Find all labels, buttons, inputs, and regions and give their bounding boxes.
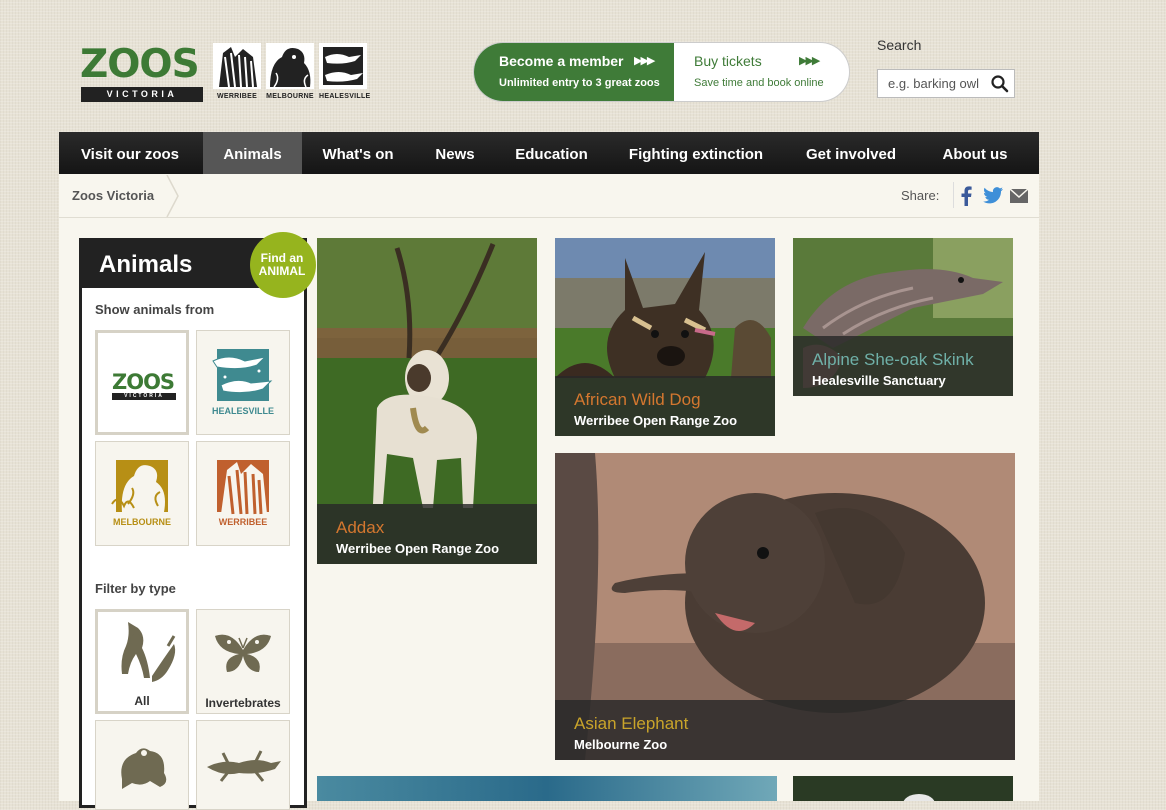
animal-zoo: Werribee Open Range Zoo — [336, 541, 500, 556]
breadcrumb-bar — [59, 174, 1039, 218]
zebra-icon — [213, 43, 261, 89]
nav-education[interactable]: Education — [496, 132, 607, 174]
werribee-logo: WERRIBEE — [213, 43, 261, 103]
gorilla-icon — [111, 460, 168, 512]
become-member-button[interactable]: Become a member ▶▶▶ Unlimited entry to 3… — [474, 43, 674, 101]
monkey-icon — [121, 622, 176, 682]
werribee-label: WERRIBEE — [218, 517, 268, 527]
filter-type-reptiles[interactable] — [196, 720, 290, 810]
healesville-logo: HEALESVILLE — [319, 43, 371, 103]
animal-name: Addax — [336, 518, 385, 537]
share-label: Share: — [901, 188, 940, 203]
animal-card-alpine-she-oak-skink[interactable]: Alpine She-oak Skink Healesville Sanctua… — [793, 238, 1013, 396]
tickets-title: Buy tickets — [694, 53, 762, 69]
healesville-label: HEALESVILLE — [211, 406, 274, 416]
frog-icon — [121, 748, 167, 789]
filter-type-amphibians[interactable] — [95, 720, 189, 810]
search-input[interactable] — [878, 70, 988, 97]
animal-name: Asian Elephant — [574, 714, 689, 733]
cta-pill: Become a member ▶▶▶ Unlimited entry to 3… — [474, 43, 849, 101]
nav-whats-on[interactable]: What's on — [302, 132, 414, 174]
twitter-icon[interactable] — [983, 187, 1003, 204]
nav-animals[interactable]: Animals — [203, 132, 302, 174]
nav-visit-our-zoos[interactable]: Visit our zoos — [59, 132, 201, 174]
facebook-icon[interactable] — [960, 186, 972, 206]
animal-card-partial[interactable] — [793, 776, 1013, 801]
animal-card-addax[interactable]: Addax Werribee Open Range Zoo — [317, 238, 537, 564]
badge-line1: Find an — [260, 251, 304, 265]
main-nav: Visit our zoos Animals What's on News Ed… — [59, 132, 1039, 174]
animal-zoo: Melbourne Zoo — [574, 737, 668, 752]
platypus-icon — [319, 43, 367, 89]
badge-line2: ANIMAL — [258, 264, 306, 278]
find-an-animal-badge[interactable]: Find an ANIMAL — [250, 232, 316, 298]
show-animals-from-label: Show animals from — [95, 302, 215, 317]
tickets-subtitle: Save time and book online — [694, 77, 824, 89]
animal-name: Alpine She-oak Skink — [812, 350, 974, 369]
search-label: Search — [877, 37, 922, 53]
healesville-caption: HEALESVILLE — [319, 93, 371, 100]
sidebar-title: Animals — [99, 251, 193, 278]
breadcrumb-chevron-icon — [166, 175, 179, 217]
gorilla-icon — [266, 43, 314, 89]
filter-melbourne[interactable]: MELBOURNE — [95, 441, 189, 546]
zebra-icon — [217, 460, 269, 515]
animal-card-asian-elephant[interactable]: Asian Elephant Melbourne Zoo — [555, 453, 1015, 760]
filter-type-all[interactable]: All — [95, 609, 189, 714]
nav-get-involved[interactable]: Get involved — [785, 132, 917, 174]
filter-zoos-victoria[interactable]: ZOOS VICTORIA — [95, 330, 189, 435]
werribee-caption: WERRIBEE — [216, 93, 258, 100]
type-all-label: All — [134, 694, 150, 708]
triple-arrow-icon: ▶▶▶ — [634, 55, 655, 67]
animal-card-partial[interactable] — [317, 776, 777, 801]
member-title: Become a member — [499, 53, 624, 69]
member-subtitle: Unlimited entry to 3 great zoos — [499, 77, 660, 89]
search-box — [877, 69, 1015, 98]
butterfly-icon — [215, 634, 271, 672]
logo-wordmark: ZOOS VICTORIA — [80, 45, 204, 103]
filter-zv-tagline: VICTORIA — [112, 393, 176, 400]
zoos-victoria-logo[interactable]: ZOOS VICTORIA WERRIBEE MELBOURNE HEALESV… — [80, 43, 375, 105]
platypus-icon — [212, 349, 273, 401]
filter-type-invertebrates[interactable]: Invertebrates — [196, 609, 290, 714]
search-icon[interactable] — [990, 74, 1010, 94]
breadcrumb-home[interactable]: Zoos Victoria — [72, 188, 154, 203]
lizard-icon — [207, 750, 281, 782]
email-icon[interactable] — [1010, 189, 1028, 203]
logo-tagline: VICTORIA — [81, 87, 203, 102]
logo-brand: ZOOS — [80, 42, 200, 87]
filter-healesville[interactable]: HEALESVILLE — [196, 330, 290, 435]
filter-zv-word: ZOOS — [112, 370, 175, 394]
filter-werribee[interactable]: WERRIBEE — [196, 441, 290, 546]
animal-zoo: Werribee Open Range Zoo — [574, 413, 738, 428]
type-invertebrates-label: Invertebrates — [205, 696, 281, 710]
melbourne-label: MELBOURNE — [113, 517, 171, 527]
nav-fighting-extinction[interactable]: Fighting extinction — [607, 132, 785, 174]
bird-photo — [903, 794, 935, 801]
animal-card-african-wild-dog[interactable]: African Wild Dog Werribee Open Range Zoo — [555, 238, 775, 436]
share-divider — [953, 182, 954, 208]
animal-name: African Wild Dog — [574, 390, 701, 409]
triple-arrow-icon: ▶▶▶ — [799, 55, 820, 67]
melbourne-logo: MELBOURNE — [266, 43, 314, 103]
melbourne-caption: MELBOURNE — [266, 93, 314, 100]
nav-news[interactable]: News — [414, 132, 496, 174]
buy-tickets-button[interactable]: Buy tickets ▶▶▶ Save time and book onlin… — [674, 43, 849, 101]
filter-by-type-label: Filter by type — [95, 581, 176, 596]
animal-zoo: Healesville Sanctuary — [812, 373, 946, 388]
nav-about-us[interactable]: About us — [917, 132, 1033, 174]
